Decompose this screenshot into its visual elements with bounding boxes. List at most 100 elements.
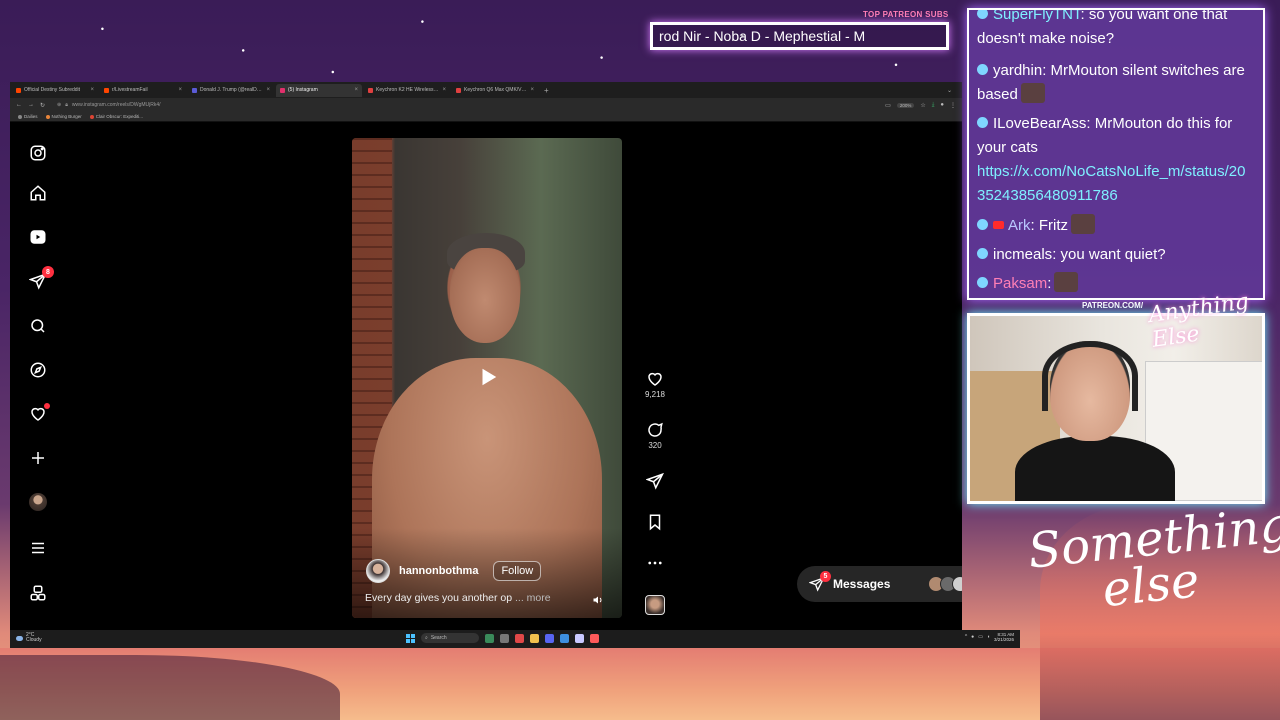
browser-app-icon[interactable]	[515, 633, 524, 643]
menu-icon[interactable]: ⋮	[950, 102, 956, 109]
extensions-icon[interactable]: ●	[940, 102, 944, 108]
browser-tab[interactable]: Donald J. Trump (@realDonald ×	[188, 84, 274, 97]
share-action	[642, 472, 668, 490]
author-name[interactable]: hannonbothma	[399, 565, 478, 577]
platform-icon	[977, 219, 988, 230]
messages-pill[interactable]: 5 Messages ···	[797, 566, 962, 602]
audio-thumbnail[interactable]	[645, 595, 665, 615]
discord-app-icon[interactable]	[545, 633, 554, 643]
app-icon[interactable]	[575, 633, 584, 643]
chat-username: incmeals	[993, 246, 1053, 263]
browser-tab[interactable]: r/LivestreamFail ×	[100, 84, 186, 97]
start-icon[interactable]	[406, 633, 415, 643]
follow-button[interactable]: Follow	[493, 561, 542, 581]
comment-count: 320	[648, 441, 662, 450]
widget-app-icon[interactable]	[485, 633, 494, 643]
task-view-icon[interactable]	[500, 633, 509, 643]
browser-window: Official Destiny Subreddit × r/LivestreamF…	[10, 82, 962, 648]
tab-close-icon[interactable]: ×	[266, 87, 270, 93]
volume-icon[interactable]	[592, 593, 604, 605]
platform-icon	[977, 117, 988, 128]
bookmark-item[interactable]: Nothing Burger	[45, 114, 82, 119]
reload-icon[interactable]: ↻	[40, 102, 45, 109]
caption-more-link[interactable]: ... more	[515, 592, 551, 604]
like-count: 9,218	[644, 390, 666, 399]
comment-icon[interactable]	[646, 421, 664, 439]
chat-username: ILoveBearAss	[993, 115, 1087, 132]
direct-messages-icon[interactable]: 8	[29, 266, 54, 290]
tray-volume-icon[interactable]: ◖	[987, 634, 990, 640]
tab-close-icon[interactable]: ×	[442, 87, 446, 93]
app-icon[interactable]	[590, 633, 599, 643]
tab-close-icon[interactable]: ×	[530, 87, 534, 93]
home-icon[interactable]	[29, 184, 47, 202]
also-from-meta-icon[interactable]	[29, 584, 47, 602]
tray-network-icon[interactable]: ▭	[978, 634, 983, 640]
bookmark-icon[interactable]	[646, 513, 664, 531]
reels-icon[interactable]	[29, 228, 47, 246]
browser-tab[interactable]: (5) Instagram ×	[276, 83, 362, 97]
download-icon[interactable]: ⤓	[932, 102, 935, 109]
tab-favicon-icon	[368, 87, 373, 93]
youtube-icon	[993, 221, 1004, 229]
message-avatars: ···	[928, 576, 962, 592]
profile-avatar[interactable]	[29, 493, 47, 511]
browser-tab[interactable]: Keychron Q6 Max QMK/VIA W ×	[452, 84, 538, 97]
tab-label: (5) Instagram	[288, 87, 318, 93]
reel-author-row: hannonbothma Follow	[366, 559, 542, 583]
system-tray: ^ ● ▭ ◖ 8:31 AM 3/21/2026	[965, 632, 1014, 642]
reader-icon[interactable]: ▭	[885, 102, 891, 109]
notification-count-badge: 8	[42, 266, 54, 278]
bookmark-item[interactable]: Dailies	[18, 114, 38, 119]
author-avatar[interactable]	[366, 559, 390, 583]
notifications-heart-icon[interactable]	[29, 403, 50, 423]
back-icon[interactable]: ←	[16, 102, 22, 108]
comment-action: 320	[642, 421, 668, 450]
chat-message: https://x.com/NoCatsNoLife_m/status/2035…	[977, 160, 1253, 208]
search-icon[interactable]	[29, 317, 47, 335]
instagram-logo-icon[interactable]	[29, 144, 47, 162]
patreon-ticker-text: rod Nir - Noba D - Mephestial - M	[659, 28, 866, 44]
play-icon[interactable]	[475, 364, 501, 390]
taskbar-search[interactable]: ⌕ Search	[421, 633, 479, 643]
taskbar-apps: ⌕ Search	[406, 633, 599, 643]
create-plus-icon[interactable]	[29, 449, 47, 467]
address-field[interactable]: ⊕ 🔒︎ www.instagram.com/reels/DWgMUjRk4/	[51, 100, 879, 110]
file-explorer-icon[interactable]	[530, 633, 539, 643]
tab-close-icon[interactable]: ×	[354, 87, 358, 93]
windows-taskbar: 2°C Cloudy ⌕ Search ^ ● ▭ ◖ 8:31 AM 3/21…	[10, 630, 1020, 648]
browser-tab[interactable]: Keychron K2 HE Wireless Magn×	[364, 84, 450, 97]
new-tab-button[interactable]: +	[540, 86, 553, 95]
tab-list-icon[interactable]: ⌄	[947, 87, 962, 94]
more-options-icon[interactable]	[646, 554, 664, 572]
bookmark-item[interactable]: Clair Obscur: Expediti...	[89, 114, 143, 119]
cam-patreon-label: PATREON.COM/	[1082, 301, 1144, 310]
platform-icon	[977, 277, 988, 288]
tab-close-icon[interactable]: ×	[90, 87, 94, 93]
site-info-icon[interactable]: ⊕	[57, 102, 61, 108]
app-icon[interactable]	[560, 633, 569, 643]
instagram-sidebar: 8	[10, 122, 66, 648]
bookmark-favicon-icon	[45, 114, 50, 119]
platform-icon	[977, 10, 988, 19]
forward-icon[interactable]: →	[28, 102, 34, 108]
share-icon[interactable]	[646, 472, 664, 490]
lock-icon: 🔒︎	[65, 102, 68, 108]
cam-person-body	[1015, 436, 1175, 501]
tab-favicon-icon	[280, 87, 285, 93]
explore-icon[interactable]	[29, 361, 47, 379]
bookmark-star-icon[interactable]: ☆	[920, 102, 925, 109]
browser-tab[interactable]: Official Destiny Subreddit ×	[12, 84, 98, 97]
tab-close-icon[interactable]: ×	[178, 87, 182, 93]
weather-widget[interactable]: 2°C Cloudy	[16, 633, 42, 643]
heart-icon[interactable]	[646, 370, 664, 388]
tray-chevron-icon[interactable]: ^	[965, 634, 967, 640]
tray-mic-icon[interactable]: ●	[971, 634, 974, 640]
platform-icon	[977, 248, 988, 259]
chat-link[interactable]: https://x.com/NoCatsNoLife_m/status/2035…	[977, 163, 1245, 204]
zoom-level[interactable]: 200%	[896, 102, 915, 108]
clock[interactable]: 8:31 AM 3/21/2026	[994, 632, 1014, 642]
reel-video[interactable]: hannonbothma Follow Every day gives you …	[352, 138, 622, 618]
messages-label: Messages	[833, 577, 891, 591]
more-menu-icon[interactable]	[29, 539, 47, 557]
